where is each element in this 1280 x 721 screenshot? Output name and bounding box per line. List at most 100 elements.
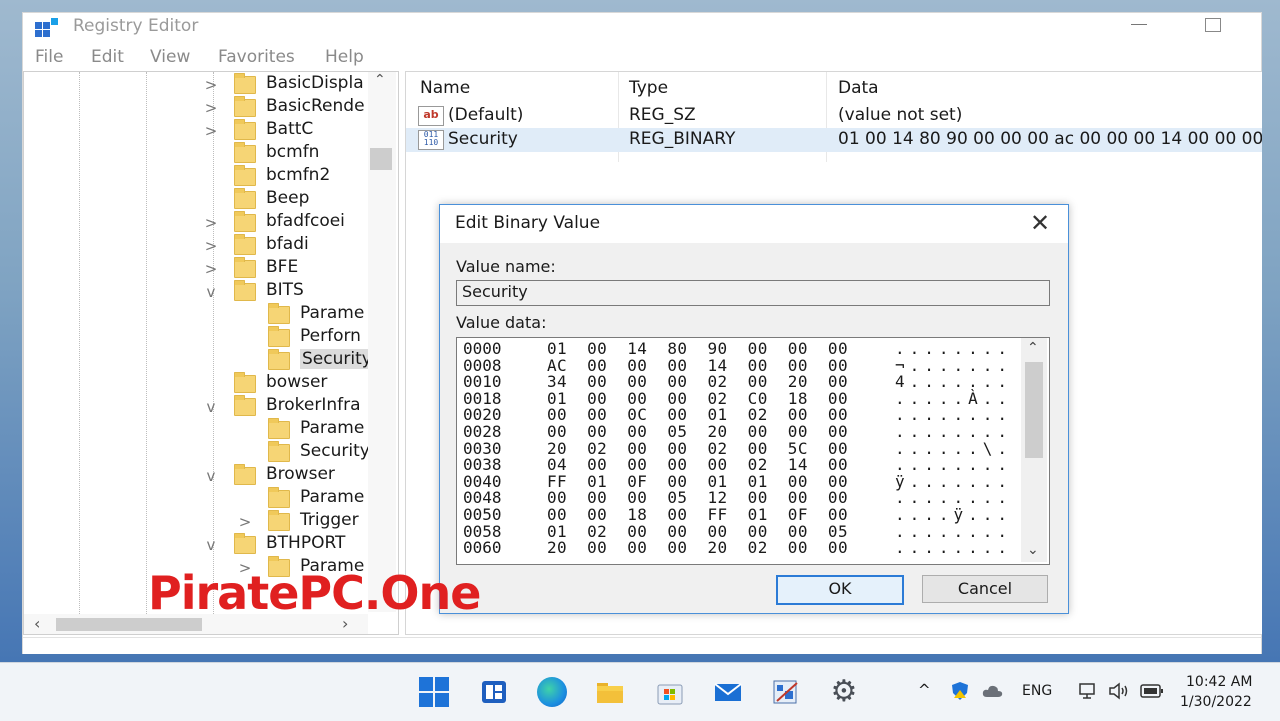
folder-icon: [268, 326, 290, 347]
tray-chevron-icon[interactable]: ^: [918, 681, 931, 699]
hex-address: 0038: [463, 455, 502, 475]
file-explorer-icon[interactable]: [595, 677, 625, 707]
tree-item[interactable]: v BITS: [24, 280, 368, 303]
tree-item[interactable]: > BasicRende: [24, 96, 368, 119]
minimize-button[interactable]: [1125, 13, 1155, 43]
value-type: REG_BINARY: [629, 129, 736, 149]
column-data-header[interactable]: Data: [838, 78, 879, 98]
value-name: (Default): [448, 105, 524, 125]
microsoft-store-icon[interactable]: [655, 677, 685, 707]
expanded-chevron-icon[interactable]: v: [204, 283, 218, 301]
hex-scroll-thumb[interactable]: [1025, 362, 1043, 458]
tree-item[interactable]: v BTHPORT: [24, 533, 368, 556]
cancel-button[interactable]: Cancel: [922, 575, 1048, 603]
network-icon[interactable]: [1078, 681, 1098, 701]
hex-address: 0030: [463, 438, 502, 458]
battery-icon[interactable]: [1140, 684, 1164, 698]
tree-item[interactable]: bowser: [24, 372, 368, 395]
registry-editor-taskbar-icon[interactable]: [771, 677, 801, 707]
tree-item[interactable]: > bfadi: [24, 234, 368, 257]
ok-button[interactable]: OK: [776, 575, 904, 605]
hex-bytes[interactable]: 34 00 00 00 02 00 20 00: [547, 373, 848, 390]
menu-edit[interactable]: Edit: [91, 47, 124, 67]
tree-item[interactable]: Parame: [24, 418, 368, 441]
tree-item[interactable]: v BrokerInfra: [24, 395, 368, 418]
scroll-down-icon[interactable]: ⌄: [1027, 542, 1039, 558]
tree-item-label: Parame: [300, 303, 365, 323]
edge-browser-icon[interactable]: [537, 677, 567, 707]
taskbar: ⚙ ^ ENG: [0, 662, 1280, 721]
close-icon[interactable]: ✕: [1030, 209, 1050, 237]
volume-icon[interactable]: [1108, 681, 1130, 701]
tree-item[interactable]: > Trigger: [24, 510, 368, 533]
clock-date[interactable]: 1/30/2022: [1180, 694, 1252, 710]
tree-item[interactable]: > BFE: [24, 257, 368, 280]
tree-item[interactable]: Security: [24, 349, 374, 372]
collapsed-chevron-icon[interactable]: >: [204, 260, 218, 278]
maximize-button[interactable]: [1205, 18, 1221, 32]
language-indicator[interactable]: ENG: [1022, 683, 1052, 699]
folder-icon: [234, 280, 256, 301]
hex-bytes[interactable]: 01 00 14 80 90 00 00 00: [547, 340, 848, 357]
tree-vertical-scrollbar[interactable]: ⌃: [368, 72, 396, 612]
menu-favorites[interactable]: Favorites: [218, 47, 295, 67]
collapsed-chevron-icon[interactable]: >: [238, 513, 252, 531]
hex-bytes[interactable]: 00 00 0C 00 01 02 00 00: [547, 406, 848, 423]
onedrive-cloud-icon[interactable]: [982, 683, 1004, 699]
hex-bytes[interactable]: 00 00 00 05 20 00 00 00: [547, 423, 848, 440]
value-data: 01 00 14 80 90 00 00 00 ac 00 00 00 14 0…: [838, 129, 1262, 149]
hex-bytes[interactable]: 04 00 00 00 00 02 14 00: [547, 456, 848, 473]
security-shield-icon[interactable]: [950, 681, 970, 701]
windows-start-icon[interactable]: [419, 677, 449, 707]
tree-item[interactable]: > bfadfcoei: [24, 211, 368, 234]
collapsed-chevron-icon[interactable]: >: [204, 76, 218, 94]
tree-item[interactable]: Parame: [24, 487, 368, 510]
hex-bytes[interactable]: 01 02 00 00 00 00 00 05: [547, 523, 848, 540]
hex-bytes[interactable]: FF 01 0F 00 01 01 00 00: [547, 473, 848, 490]
scroll-up-icon[interactable]: ⌃: [1027, 340, 1039, 356]
tree-item[interactable]: > BasicDispla: [24, 73, 368, 96]
clock-time[interactable]: 10:42 AM: [1186, 674, 1252, 690]
tree-item[interactable]: Beep: [24, 188, 368, 211]
expanded-chevron-icon[interactable]: v: [204, 467, 218, 485]
hex-bytes[interactable]: 00 00 00 05 12 00 00 00: [547, 489, 848, 506]
hex-bytes[interactable]: AC 00 00 00 14 00 00 00: [547, 357, 848, 374]
tree-item[interactable]: Perforn: [24, 326, 368, 349]
tree-item[interactable]: Security: [24, 441, 370, 464]
hex-bytes[interactable]: 01 00 00 00 02 C0 18 00: [547, 390, 848, 407]
hex-bytes[interactable]: 00 00 18 00 FF 01 0F 00: [547, 506, 848, 523]
value-row-default[interactable]: ab (Default) REG_SZ (value not set): [406, 104, 1262, 128]
menu-view[interactable]: View: [150, 47, 190, 67]
expanded-chevron-icon[interactable]: v: [204, 398, 218, 416]
widgets-icon[interactable]: [479, 677, 509, 707]
column-name-header[interactable]: Name: [420, 78, 470, 98]
hex-scrollbar[interactable]: ⌃ ⌄: [1021, 338, 1047, 562]
value-row-security[interactable]: 011 110 Security REG_BINARY 01 00 14 80 9…: [406, 128, 1262, 152]
scroll-up-icon[interactable]: ⌃: [374, 72, 386, 88]
folder-icon: [268, 349, 290, 370]
collapsed-chevron-icon[interactable]: >: [204, 214, 218, 232]
value-name-field[interactable]: Security: [456, 280, 1050, 306]
menu-help[interactable]: Help: [325, 47, 364, 67]
menu-file[interactable]: File: [35, 47, 63, 67]
edit-binary-value-dialog: Edit Binary Value ✕ Value name: Security…: [439, 204, 1069, 614]
tree-scroll-thumb[interactable]: [370, 148, 392, 170]
tree-item[interactable]: Parame: [24, 303, 368, 326]
scroll-left-icon[interactable]: ‹: [34, 614, 40, 633]
collapsed-chevron-icon[interactable]: >: [204, 237, 218, 255]
column-type-header[interactable]: Type: [629, 78, 668, 98]
collapsed-chevron-icon[interactable]: >: [204, 122, 218, 140]
tree-item-label: Trigger: [300, 510, 359, 530]
mail-icon[interactable]: [713, 677, 743, 707]
hex-bytes[interactable]: 20 00 00 00 20 02 00 00: [547, 539, 848, 556]
hex-bytes[interactable]: 20 02 00 00 02 00 5C 00: [547, 440, 848, 457]
tree-item[interactable]: bcmfn2: [24, 165, 368, 188]
expanded-chevron-icon[interactable]: v: [204, 536, 218, 554]
tree-item[interactable]: > BattC: [24, 119, 368, 142]
settings-gear-icon[interactable]: ⚙: [829, 677, 859, 707]
collapsed-chevron-icon[interactable]: >: [204, 99, 218, 117]
hex-address: 0020: [463, 405, 502, 425]
value-data-hex-editor[interactable]: 0000 01 00 14 80 90 00 00 00........ 0008 A…: [456, 337, 1050, 565]
tree-item[interactable]: v Browser: [24, 464, 368, 487]
tree-item[interactable]: bcmfn: [24, 142, 368, 165]
